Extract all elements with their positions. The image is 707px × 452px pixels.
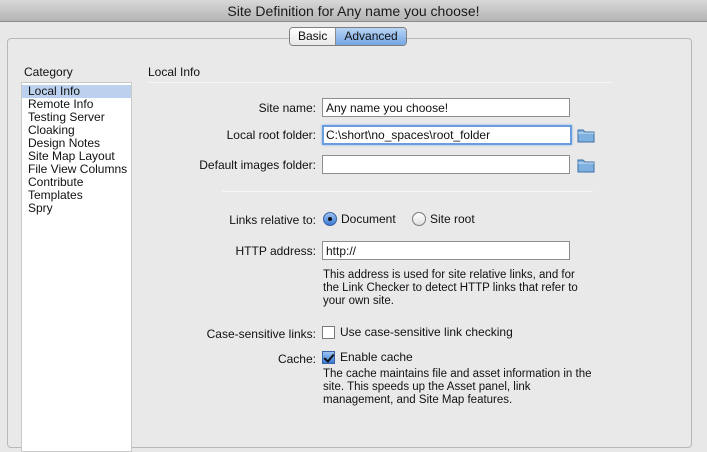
radio-document[interactable]: Document [323, 212, 396, 226]
category-header: Category [24, 65, 73, 79]
cache-help: The cache maintains file and asset infor… [323, 368, 592, 406]
http-address-help: This address is used for site relative l… [323, 269, 578, 307]
category-list: Local Info Remote Info Testing Server Cl… [21, 82, 132, 452]
site-name-input[interactable] [322, 98, 570, 117]
case-sensitive-text: Use case-sensitive link checking [340, 325, 513, 339]
local-root-input[interactable] [322, 125, 572, 145]
radio-document-label: Document [341, 212, 396, 226]
links-relative-label: Links relative to: [229, 213, 316, 227]
radio-site-root[interactable]: Site root [412, 212, 475, 226]
window-title: Site Definition for Any name you choose! [0, 0, 707, 22]
cache-checkbox[interactable]: Enable cache [322, 350, 413, 364]
case-sensitive-label: Case-sensitive links: [206, 327, 316, 341]
cache-text: Enable cache [340, 350, 413, 364]
site-name-label: Site name: [258, 101, 316, 115]
options-divider [222, 191, 593, 192]
cache-box[interactable] [322, 350, 335, 364]
section-title: Local Info [148, 65, 201, 79]
http-address-input[interactable] [322, 241, 570, 260]
http-address-label: HTTP address: [235, 244, 316, 258]
category-item-spry[interactable]: Spry [22, 202, 131, 215]
case-sensitive-box[interactable] [322, 325, 335, 339]
radio-site-root-button[interactable] [412, 212, 426, 226]
folder-icon[interactable] [577, 157, 595, 173]
default-images-label: Default images folder: [199, 158, 316, 172]
cache-label: Cache: [277, 352, 316, 366]
default-images-input[interactable] [322, 155, 570, 174]
tab-advanced[interactable]: Advanced [336, 28, 406, 45]
local-root-label: Local root folder: [226, 128, 316, 142]
section-divider [148, 82, 613, 83]
tab-basic[interactable]: Basic [290, 28, 337, 45]
radio-site-root-label: Site root [430, 212, 475, 226]
tab-group: Basic Advanced [289, 27, 407, 46]
case-sensitive-checkbox[interactable]: Use case-sensitive link checking [322, 325, 513, 339]
radio-document-button[interactable] [323, 212, 337, 226]
folder-icon[interactable] [577, 127, 595, 143]
